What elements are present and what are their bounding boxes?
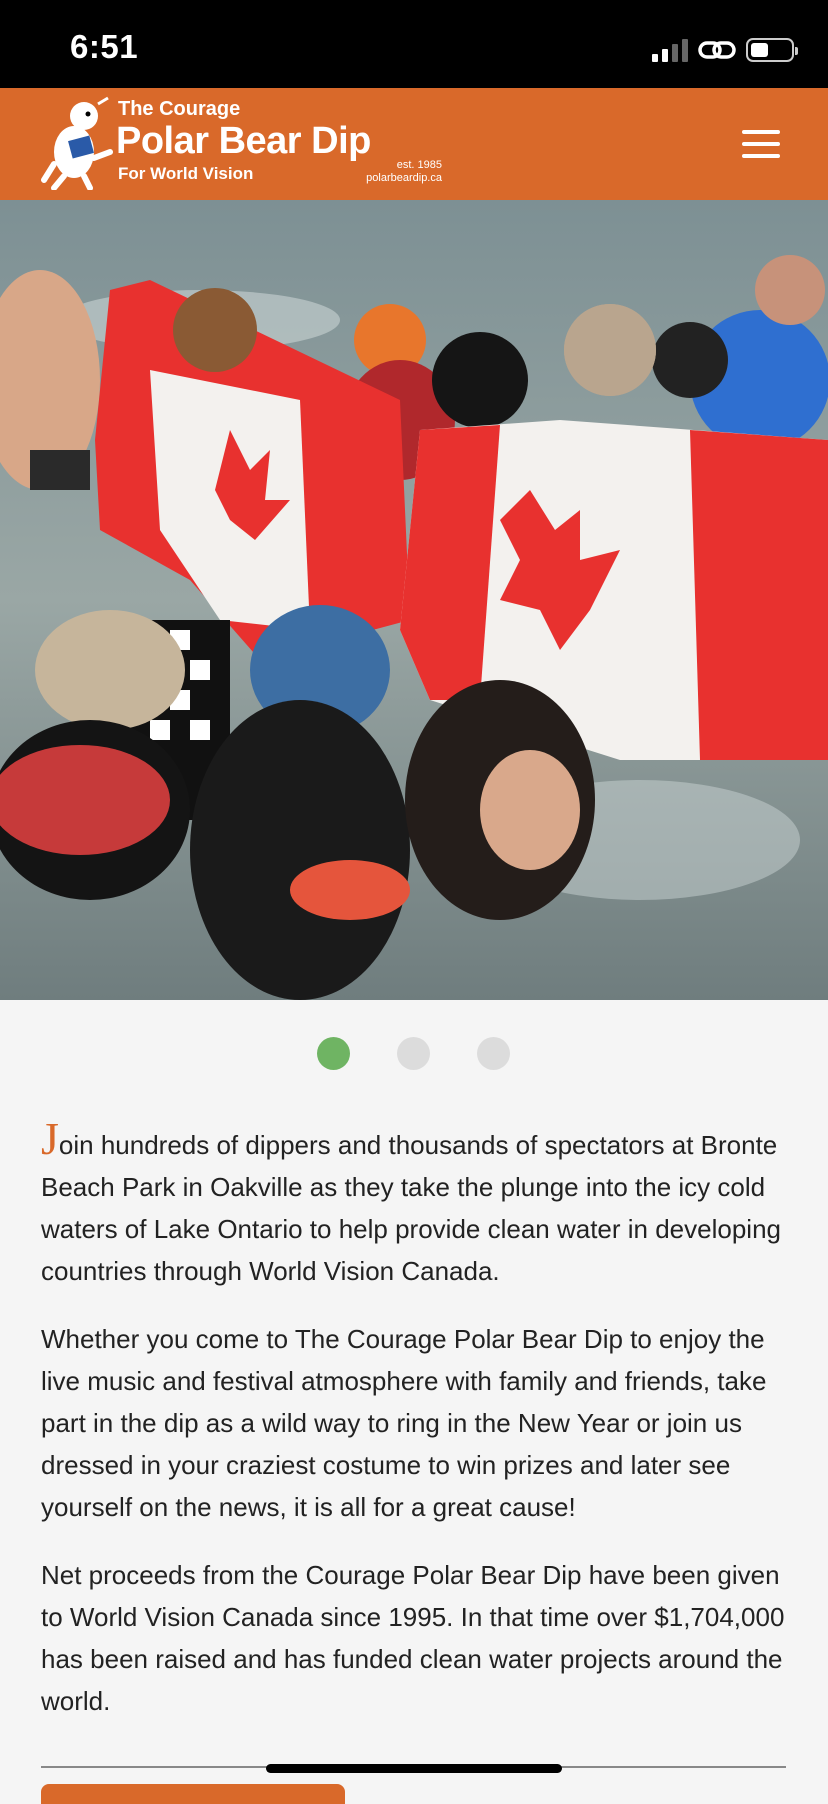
logo-established: est. 1985 polarbeardip.ca: [362, 159, 442, 185]
signal-icon: [652, 38, 688, 62]
site-logo[interactable]: The Courage Polar Bear Dip For World Vis…: [40, 94, 460, 194]
logo-the-courage: The Courage: [118, 98, 241, 120]
polar-bear-mascot-icon: [41, 96, 113, 190]
logo-for-world-vision: For World Vision: [118, 164, 254, 183]
hamburger-menu-icon[interactable]: [742, 130, 780, 158]
carousel-indicators: [0, 1037, 828, 1071]
intro-paragraph-1-text: oin hundreds of dippers and thousands of…: [41, 1130, 781, 1286]
status-time: 6:51: [70, 28, 139, 65]
site-header: The Courage Polar Bear Dip For World Vis…: [0, 88, 828, 200]
cta-button[interactable]: [41, 1784, 345, 1804]
home-indicator[interactable]: [266, 1764, 562, 1773]
drop-cap: J: [41, 1113, 59, 1164]
intro-paragraph-2: Whether you come to The Courage Polar Be…: [41, 1324, 767, 1522]
logo-site-url: polarbeardip.ca: [366, 172, 442, 184]
intro-content: Join hundreds of dippers and thousands o…: [41, 1116, 791, 1748]
status-bar: 6:51: [0, 0, 828, 88]
logo-est-year: est. 1985: [396, 159, 442, 171]
intro-paragraph-1: Join hundreds of dippers and thousands o…: [41, 1116, 791, 1292]
battery-icon: [746, 38, 798, 62]
status-icons: [652, 36, 798, 64]
carousel-dot-2[interactable]: [397, 1037, 430, 1070]
hero-photo: [0, 200, 828, 1000]
logo-polar-bear-dip: Polar Bear Dip: [116, 120, 371, 162]
intro-paragraph-3: Net proceeds from the Courage Polar Bear…: [41, 1560, 785, 1716]
carousel-dot-1[interactable]: [317, 1037, 350, 1070]
hero-slide-image: [0, 200, 828, 1000]
link-icon: [698, 41, 736, 59]
carousel-dot-3[interactable]: [477, 1037, 510, 1070]
